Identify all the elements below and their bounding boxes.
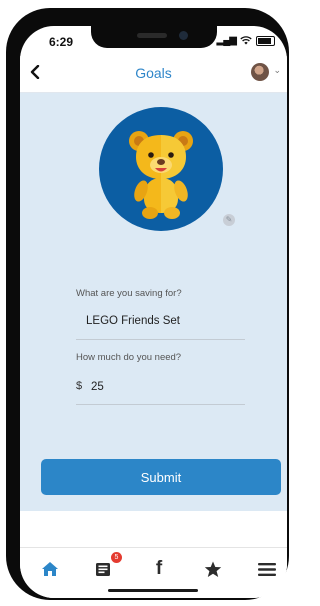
news-badge: 5	[111, 552, 122, 563]
speaker-grille	[137, 33, 167, 38]
saving-for-underline	[76, 339, 245, 340]
tab-menu[interactable]	[253, 558, 281, 580]
phone-frame: 6:29 ▂▄▆ Goals ⌄ ✎ What are you saving f…	[6, 8, 289, 600]
phone-screen: 6:29 ▂▄▆ Goals ⌄ ✎ What are you saving f…	[20, 26, 287, 598]
goal-form-area: ✎ What are you saving for? LEGO Friends …	[20, 93, 287, 511]
tab-home[interactable]	[36, 558, 64, 580]
pencil-icon[interactable]: ✎	[223, 214, 235, 226]
signal-icon: ▂▄▆	[216, 35, 237, 46]
goal-image[interactable]	[99, 107, 223, 231]
wifi-icon	[240, 36, 252, 45]
front-camera	[179, 31, 188, 40]
currency-symbol: $	[76, 380, 83, 392]
saving-for-input[interactable]: LEGO Friends Set	[86, 315, 180, 327]
newspaper-icon	[96, 563, 110, 576]
nav-bar: Goals ⌄	[20, 56, 287, 93]
status-icons: ▂▄▆	[217, 35, 275, 46]
tab-news[interactable]: 5	[90, 552, 122, 580]
amount-label: How much do you need?	[76, 352, 182, 363]
notch	[91, 26, 217, 48]
amount-underline	[76, 404, 245, 405]
tab-facebook[interactable]: f	[145, 558, 173, 580]
submit-button[interactable]: Submit	[41, 459, 281, 495]
menu-icon	[258, 562, 276, 576]
home-icon	[42, 562, 58, 576]
tab-favorites[interactable]	[199, 558, 227, 580]
star-icon	[204, 561, 222, 577]
status-time: 6:29	[49, 35, 74, 49]
avatar[interactable]	[251, 63, 269, 81]
page-title: Goals	[135, 65, 172, 81]
chevron-down-icon[interactable]: ⌄	[273, 65, 281, 76]
amount-input[interactable]: 25	[91, 381, 104, 393]
battery-icon	[256, 35, 275, 46]
teddy-bear-icon	[129, 131, 193, 219]
home-indicator[interactable]	[108, 589, 198, 592]
facebook-icon: f	[155, 558, 163, 579]
saving-for-label: What are you saving for?	[76, 288, 182, 299]
